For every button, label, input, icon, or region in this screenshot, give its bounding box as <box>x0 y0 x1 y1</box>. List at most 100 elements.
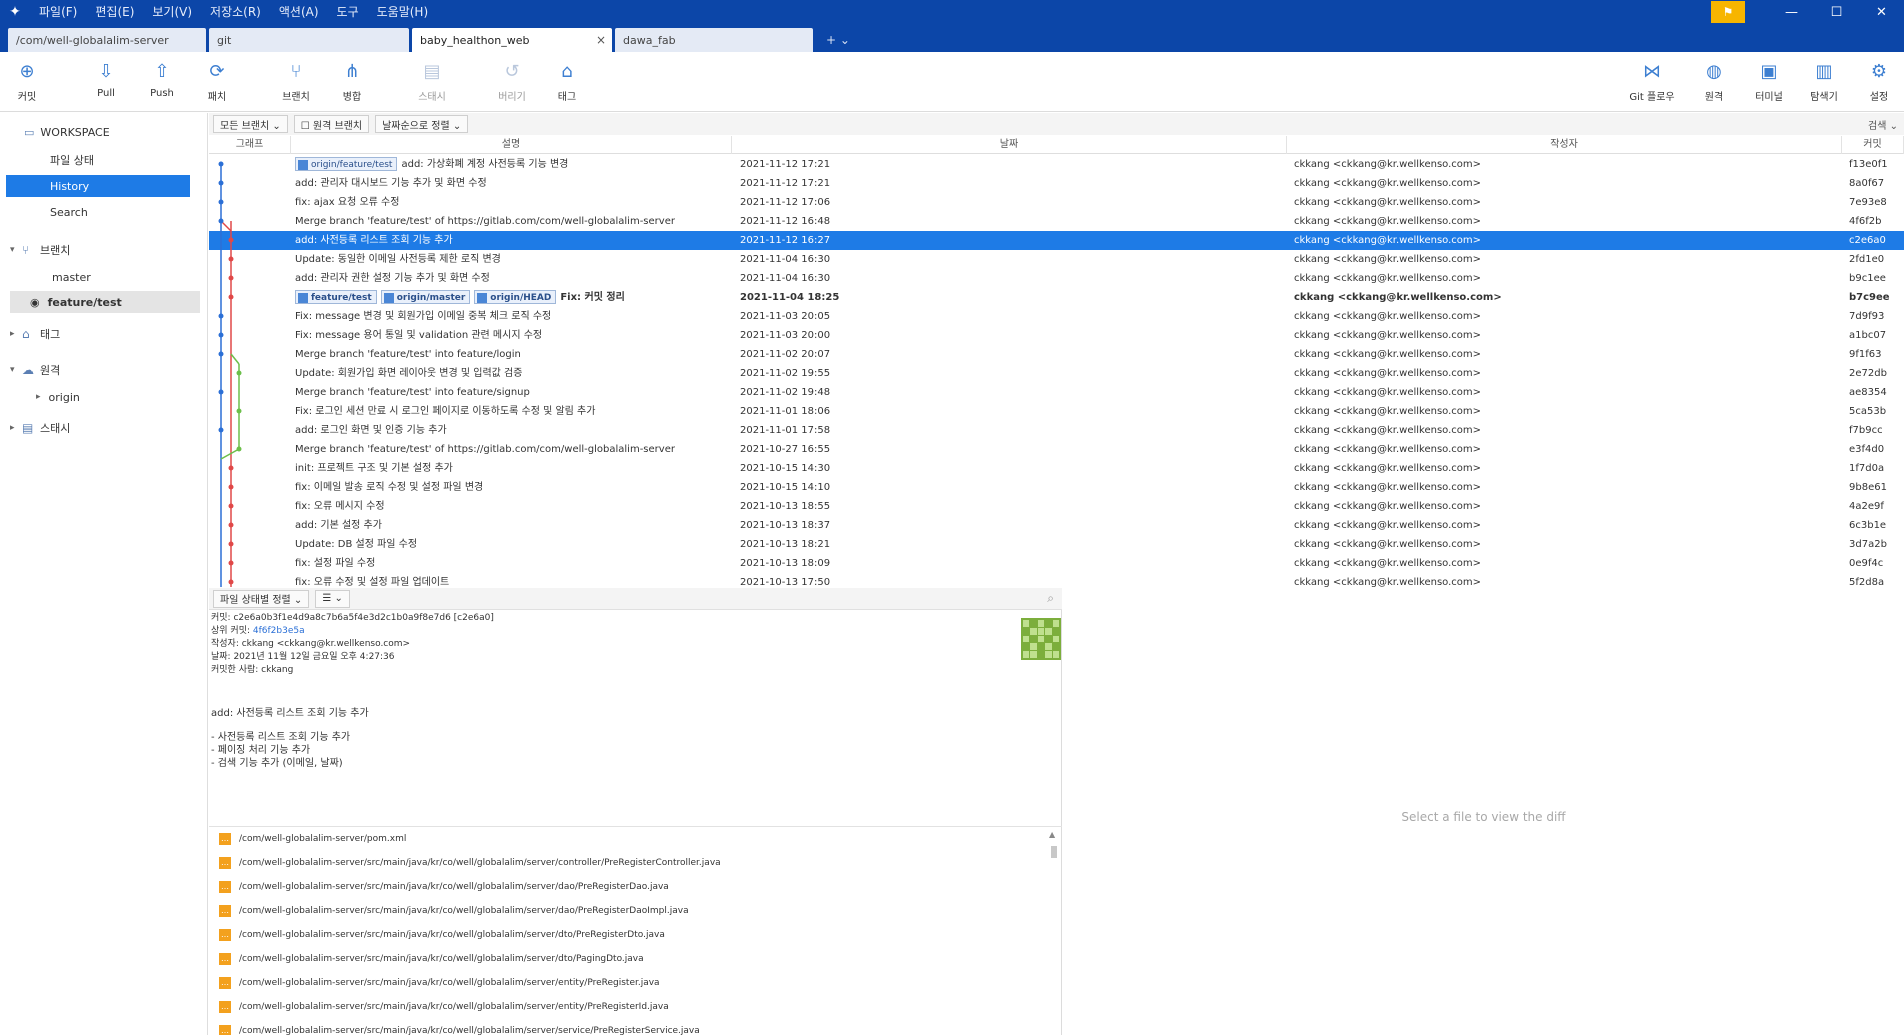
changed-file-item[interactable]: … /com/well-globalalim-server/pom.xml <box>219 829 406 849</box>
view-toggle-dropdown[interactable]: ☰ ⌄ <box>315 589 350 608</box>
merge-button[interactable]: ⋔ 병합 <box>322 58 382 108</box>
sidebar-group-branches[interactable]: ▾ ⑂ 브랜치 <box>10 239 70 261</box>
file-path: /com/well-globalalim-server/src/main/jav… <box>239 882 669 892</box>
column-date[interactable]: 날짜 <box>732 136 1287 154</box>
repo-tab[interactable]: /com/well-globalalim-server <box>8 28 206 52</box>
maximize-button[interactable]: ☐ <box>1814 0 1859 24</box>
commit-row[interactable]: Update: 동일한 이메일 사전등록 제한 로직 변경 2021-11-04 … <box>209 250 1904 269</box>
sidebar-group-remotes[interactable]: ▾ ☁ 원격 <box>10 359 60 381</box>
history-search-dropdown[interactable]: 검색 ⌄ <box>1868 117 1898 132</box>
minimize-button[interactable]: — <box>1769 0 1814 24</box>
commit-row[interactable]: add: 사전등록 리스트 조회 기능 추가 2021-11-12 16:27 ck… <box>209 231 1904 250</box>
menu-file[interactable]: 파일(F) <box>30 0 86 24</box>
new-tab-button[interactable]: + ⌄ <box>826 33 850 47</box>
scroll-up-icon[interactable]: ▲ <box>1049 830 1055 839</box>
menu-view[interactable]: 보기(V) <box>143 0 201 24</box>
changed-file-item[interactable]: … /com/well-globalalim-server/src/main/ja… <box>219 853 721 873</box>
sidebar-item-file-status[interactable]: 파일 상태 <box>6 149 190 171</box>
commit-row[interactable]: feature/test origin/master origin/HEAD Fix:… <box>209 288 1904 307</box>
commit-row[interactable]: fix: 오류 메시지 수정 2021-10-13 18:55 ckkang <ck… <box>209 497 1904 516</box>
commit-row[interactable]: add: 로그인 화면 및 인증 기능 추가 2021-11-01 17:58 ck… <box>209 421 1904 440</box>
menu-help[interactable]: 도움말(H) <box>368 0 438 24</box>
tag-button[interactable]: ⌂ 태그 <box>537 58 597 108</box>
column-commit[interactable]: 커밋 <box>1842 136 1904 154</box>
commit-row[interactable]: init: 프로젝트 구조 및 기본 설정 추가 2021-10-15 14:30… <box>209 459 1904 478</box>
commit-button[interactable]: ⊕ 커밋 <box>0 58 57 108</box>
fetch-label: 패치 <box>207 92 227 103</box>
notification-flag-icon[interactable]: ⚑ <box>1711 1 1745 23</box>
commit-row[interactable]: Merge branch 'feature/test' of https://g… <box>209 212 1904 231</box>
commit-row[interactable]: fix: 설정 파일 수정 2021-10-13 18:09 ckkang <ckk… <box>209 554 1904 573</box>
git-flow-button[interactable]: ⋈ Git 플로우 <box>1622 58 1682 108</box>
file-sort-dropdown[interactable]: 파일 상태별 정렬 ⌄ <box>213 589 310 608</box>
menu-actions[interactable]: 액션(A) <box>270 0 328 24</box>
repo-tab[interactable]: dawa_fab <box>615 28 813 52</box>
changed-file-item[interactable]: … /com/well-globalalim-server/src/main/ja… <box>219 949 644 969</box>
repo-tab-label: git <box>217 33 232 47</box>
commit-row[interactable]: add: 기본 설정 추가 2021-10-13 18:37 ckkang <ckk… <box>209 516 1904 535</box>
commit-row[interactable]: Merge branch 'feature/test' into feature… <box>209 383 1904 402</box>
changed-file-item[interactable]: … /com/well-globalalim-server/src/main/ja… <box>219 973 660 993</box>
fetch-button[interactable]: ⟳ 패치 <box>187 58 247 108</box>
column-graph[interactable]: 그래프 <box>209 136 291 154</box>
workspace-header[interactable]: ▭ WORKSPACE <box>0 121 208 143</box>
file-list-scrollbar[interactable]: ▲ <box>1049 830 1059 1033</box>
sort-order-dropdown[interactable]: 날짜순으로 정렬 ⌄ <box>375 115 469 133</box>
repo-tab[interactable]: git <box>209 28 409 52</box>
changed-file-item[interactable]: … /com/well-globalalim-server/src/main/ja… <box>219 901 689 921</box>
commit-row[interactable]: add: 관리자 대시보드 기능 추가 및 화면 수정 2021-11-12 17… <box>209 174 1904 193</box>
commit-list[interactable]: origin/feature/test add: 가상화폐 계정 사전등록 기능 … <box>209 155 1904 587</box>
stash-button[interactable]: ▤ 스태시 <box>402 58 462 108</box>
commit-row[interactable]: Fix: message 변경 및 회원가입 이메일 중복 체크 로직 수정 20… <box>209 307 1904 326</box>
commit-row[interactable]: fix: 오류 수정 및 설정 파일 업데이트 2021-10-13 17:50 c… <box>209 573 1904 587</box>
remote-branch-checkbox[interactable]: ☐ 원격 브랜치 <box>293 115 370 133</box>
explorer-button[interactable]: ▥ 탐색기 <box>1794 58 1854 108</box>
commit-hash-line: 커밋: c2e6a0b3f1e4d9a8c7b6a5f4e3d2c1b0a9f8… <box>211 613 494 623</box>
sidebar-item-search[interactable]: Search <box>6 201 190 223</box>
push-button[interactable]: ⇧ Push <box>132 58 192 108</box>
search-icon[interactable]: ⌕ <box>1047 591 1054 606</box>
menu-repository[interactable]: 저장소(R) <box>201 0 270 24</box>
commit-row[interactable]: Merge branch 'feature/test' of https://g… <box>209 440 1904 459</box>
changed-file-item[interactable]: … /com/well-globalalim-server/src/main/ja… <box>219 877 669 897</box>
sidebar-item-remote-origin[interactable]: ▸ origin <box>6 386 190 408</box>
commit-row[interactable]: origin/feature/test add: 가상화폐 계정 사전등록 기능 … <box>209 155 1904 174</box>
changed-file-item[interactable]: … /com/well-globalalim-server/src/main/ja… <box>219 1021 700 1035</box>
pull-button[interactable]: ⇩ Pull <box>76 58 136 108</box>
column-author[interactable]: 작성자 <box>1287 136 1842 154</box>
modified-file-icon: … <box>219 1025 231 1035</box>
commit-row[interactable]: fix: ajax 요청 오류 수정 2021-11-12 17:06 ckkang… <box>209 193 1904 212</box>
commit-row[interactable]: Update: 회원가입 화면 레이아웃 변경 및 입력값 검증 2021-11-… <box>209 364 1904 383</box>
branch-button[interactable]: ⑂ 브랜치 <box>266 58 326 108</box>
commit-row[interactable]: Merge branch 'feature/test' into feature… <box>209 345 1904 364</box>
commit-date: 2021-11-03 20:05 <box>740 311 831 322</box>
changed-file-item[interactable]: … /com/well-globalalim-server/src/main/ja… <box>219 925 665 945</box>
discard-button[interactable]: ↺ 버리기 <box>482 58 542 108</box>
sidebar-item-history[interactable]: History <box>6 175 190 197</box>
terminal-button[interactable]: ▣ 터미널 <box>1739 58 1799 108</box>
close-window-button[interactable]: ✕ <box>1859 0 1904 24</box>
column-description[interactable]: 설명 <box>291 136 732 154</box>
settings-button[interactable]: ⚙ 설정 <box>1849 58 1904 108</box>
branch-filter-dropdown[interactable]: 모든 브랜치 ⌄ <box>213 115 288 133</box>
scrollbar-thumb[interactable] <box>1051 846 1057 858</box>
commit-date: 2021-11-02 20:07 <box>740 349 831 360</box>
commit-row[interactable]: Fix: message 용어 통일 및 validation 관련 메시지 수… <box>209 326 1904 345</box>
commit-row[interactable]: Fix: 로그인 세션 만료 시 로그인 페이지로 이동하도록 수정 및 알림 … <box>209 402 1904 421</box>
sidebar-group-tags[interactable]: ▸ ⌂ 태그 <box>10 323 60 345</box>
changed-file-item[interactable]: … /com/well-globalalim-server/src/main/ja… <box>219 997 669 1017</box>
sidebar-item-branch-current[interactable]: ◉ feature/test <box>10 291 200 313</box>
commit-row[interactable]: add: 관리자 권한 설정 기능 추가 및 화면 수정 2021-11-04 1… <box>209 269 1904 288</box>
branch-tag-icon <box>383 292 394 303</box>
commit-row[interactable]: Update: DB 설정 파일 수정 2021-10-13 18:21 ckkan… <box>209 535 1904 554</box>
sidebar-group-stashes[interactable]: ▸ ▤ 스태시 <box>10 417 70 439</box>
commit-row[interactable]: fix: 이메일 발송 로직 수정 및 설정 파일 변경 2021-10-15 1… <box>209 478 1904 497</box>
repo-tab-active[interactable]: baby_healthon_web × <box>412 28 612 52</box>
remote-button[interactable]: ◍ 원격 <box>1684 58 1744 108</box>
menu-edit[interactable]: 편집(E) <box>86 0 143 24</box>
parent-commit-link[interactable]: 4f6f2b3e5a <box>253 626 305 636</box>
sidebar-item-branch-master[interactable]: master <box>6 266 190 288</box>
commit-author: ckkang <ckkang@kr.wellkenso.com> <box>1294 178 1482 189</box>
close-tab-icon[interactable]: × <box>596 33 606 47</box>
menu-tools[interactable]: 도구 <box>328 0 368 24</box>
